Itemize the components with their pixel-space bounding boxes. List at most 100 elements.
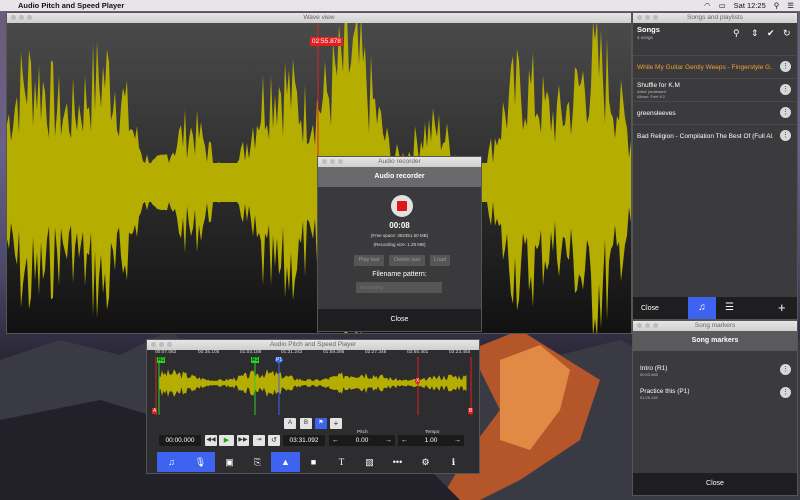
titlebar[interactable]: Songs and playlists bbox=[633, 13, 797, 23]
songs-window: Songs and playlists Songs 4 songs ⚲ ⇕ ✔ … bbox=[632, 12, 798, 320]
more-icon[interactable]: ⋮ bbox=[780, 84, 791, 95]
wifi-icon[interactable]: ◠ bbox=[704, 0, 711, 11]
microphone-icon[interactable]: 🎙 bbox=[186, 452, 215, 472]
repeat-icon[interactable]: ↺ bbox=[268, 435, 280, 446]
more-icon[interactable]: ⋮ bbox=[780, 107, 791, 118]
search-icon[interactable]: ⚲ bbox=[774, 0, 780, 11]
battery-icon[interactable]: ▭ bbox=[719, 0, 726, 11]
rewind-icon[interactable]: ◀◀ bbox=[205, 435, 217, 446]
window-title: Audio Pitch and Speed Player bbox=[269, 341, 357, 348]
image-icon[interactable]: ▨ bbox=[355, 452, 384, 472]
recorder-heading: Audio recorder bbox=[318, 167, 481, 187]
close-button[interactable]: Close bbox=[641, 305, 659, 312]
timeline-label: 01:31.242 bbox=[281, 350, 303, 355]
marker-item[interactable]: Intro (R1) 00:03.985 ⋮ bbox=[633, 359, 797, 382]
video-icon[interactable]: ■ bbox=[299, 452, 328, 472]
window-title: Audio recorder bbox=[378, 158, 421, 165]
duration-field[interactable]: 03:31.092 bbox=[283, 435, 325, 446]
filename-pattern-input[interactable] bbox=[356, 282, 442, 293]
tempo-decrease-icon[interactable]: ← bbox=[401, 435, 408, 446]
pitch-increase-icon[interactable]: → bbox=[385, 435, 392, 446]
loop-a-button[interactable]: A bbox=[284, 418, 296, 429]
play-icon[interactable]: ▶ bbox=[219, 435, 234, 446]
recording-size: (Recording size: 1.28 MB) bbox=[373, 242, 426, 247]
more-icon[interactable]: ⋮ bbox=[780, 364, 791, 375]
tempo-stepper[interactable]: ← 1.00 → bbox=[398, 435, 464, 446]
check-icon[interactable]: ✔ bbox=[767, 28, 775, 39]
mini-waveform[interactable] bbox=[147, 357, 479, 415]
window-controls[interactable] bbox=[637, 15, 658, 20]
position-field[interactable]: 00:00.000 bbox=[159, 435, 201, 446]
timeline-label: 01:03.188 bbox=[240, 350, 262, 355]
pin-button[interactable]: ⚑ bbox=[315, 418, 327, 429]
play-last-button[interactable]: Play last bbox=[354, 255, 384, 266]
record-time: 00:08 bbox=[389, 221, 410, 230]
timeline-label: 00:35.105 bbox=[198, 350, 220, 355]
more-icon[interactable]: ••• bbox=[383, 452, 412, 472]
songs-heading: Songs bbox=[637, 25, 660, 34]
titlebar[interactable]: Audio recorder bbox=[318, 157, 481, 167]
loop-b-button[interactable]: B bbox=[300, 418, 312, 429]
pitch-decrease-icon[interactable]: ← bbox=[332, 435, 339, 446]
pitch-stepper[interactable]: ← 0.00 → bbox=[329, 435, 395, 446]
sort-icon[interactable]: ⇕ bbox=[751, 28, 759, 39]
song-item[interactable]: Shuffle for K.M Artist: jamieaard Album:… bbox=[633, 78, 797, 101]
export-icon[interactable]: ⎘ bbox=[243, 452, 272, 472]
refresh-icon[interactable]: ↻ bbox=[783, 28, 791, 39]
titlebar[interactable]: Song markers bbox=[633, 321, 797, 331]
tempo-value: 1.00 bbox=[424, 437, 438, 444]
waveform-icon[interactable]: ▲ bbox=[271, 452, 300, 472]
window-title: Song markers bbox=[694, 322, 736, 329]
marker-b[interactable]: B bbox=[468, 408, 474, 414]
marker-item[interactable]: Practice this (P1) 01:29.115 ⋮ bbox=[633, 382, 797, 405]
clock[interactable]: Sat 12:25 bbox=[734, 0, 766, 11]
settings-icon[interactable]: ⚙ bbox=[411, 452, 440, 472]
window-controls[interactable] bbox=[637, 323, 658, 328]
song-item[interactable]: greensleeves ⋮ bbox=[633, 101, 797, 124]
more-icon[interactable]: ⋮ bbox=[780, 387, 791, 398]
list-icon[interactable]: ☰ bbox=[725, 297, 734, 319]
marker-a[interactable]: A bbox=[152, 408, 158, 414]
menu-icon[interactable]: ☰ bbox=[787, 0, 794, 11]
timeline-label: 02:27.348 bbox=[365, 350, 387, 355]
marker-p1[interactable]: P1 bbox=[275, 357, 284, 363]
delete-last-button[interactable]: Delete last bbox=[389, 255, 425, 266]
markers-heading: Song markers bbox=[633, 331, 797, 351]
save-icon[interactable]: ▣ bbox=[215, 452, 244, 472]
info-icon[interactable]: ℹ bbox=[439, 452, 468, 472]
mini-waveform-shape bbox=[159, 369, 467, 397]
marker-r1-end[interactable]: R1 bbox=[251, 357, 260, 363]
text-icon[interactable]: T bbox=[327, 452, 356, 472]
fast-forward-icon[interactable]: ▶▶ bbox=[237, 435, 249, 446]
songs-count: 4 songs bbox=[637, 35, 653, 40]
music-icon[interactable]: ♫ bbox=[157, 452, 186, 472]
song-item[interactable]: While My Guitar Gently Weeps - Fingersty… bbox=[633, 55, 797, 78]
search-icon[interactable]: ⚲ bbox=[733, 28, 740, 39]
close-button[interactable]: Close bbox=[318, 309, 481, 331]
skip-icon[interactable]: ⇥ bbox=[253, 435, 265, 446]
more-icon[interactable]: ⋮ bbox=[780, 130, 791, 141]
audio-recorder-window: Audio recorder Audio recorder 00:08 (Fre… bbox=[317, 156, 482, 332]
load-button[interactable]: Load bbox=[430, 255, 450, 266]
app-name[interactable]: Audio Pitch and Speed Player bbox=[18, 0, 124, 11]
record-stop-button[interactable] bbox=[391, 195, 413, 217]
song-markers-window: Song markers Song markers Intro (R1) 00:… bbox=[632, 320, 798, 496]
window-controls[interactable] bbox=[151, 342, 172, 347]
player-window: Audio Pitch and Speed Player 00:07.082 0… bbox=[146, 339, 480, 474]
add-marker-button[interactable]: + bbox=[330, 418, 342, 429]
titlebar[interactable]: Wave view bbox=[7, 13, 631, 23]
music-icon[interactable]: ♫ bbox=[688, 297, 716, 319]
timeline-label: 00:07.082 bbox=[155, 350, 177, 355]
titlebar[interactable]: Audio Pitch and Speed Player bbox=[147, 340, 479, 350]
timeline-label: 02:55.401 bbox=[407, 350, 429, 355]
tempo-increase-icon[interactable]: → bbox=[454, 435, 461, 446]
more-icon[interactable]: ⋮ bbox=[780, 61, 791, 72]
close-button[interactable]: Close bbox=[633, 473, 797, 495]
song-item[interactable]: Bad Religion - Compilation The Best Of (… bbox=[633, 124, 797, 147]
window-controls[interactable] bbox=[322, 159, 343, 164]
marker-r1[interactable]: R1 bbox=[157, 357, 166, 363]
window-controls[interactable] bbox=[11, 15, 32, 20]
window-title: Songs and playlists bbox=[686, 14, 743, 21]
menu-bar: Audio Pitch and Speed Player ◠ ▭ Sat 12:… bbox=[0, 0, 800, 11]
add-icon[interactable]: + bbox=[778, 297, 786, 319]
